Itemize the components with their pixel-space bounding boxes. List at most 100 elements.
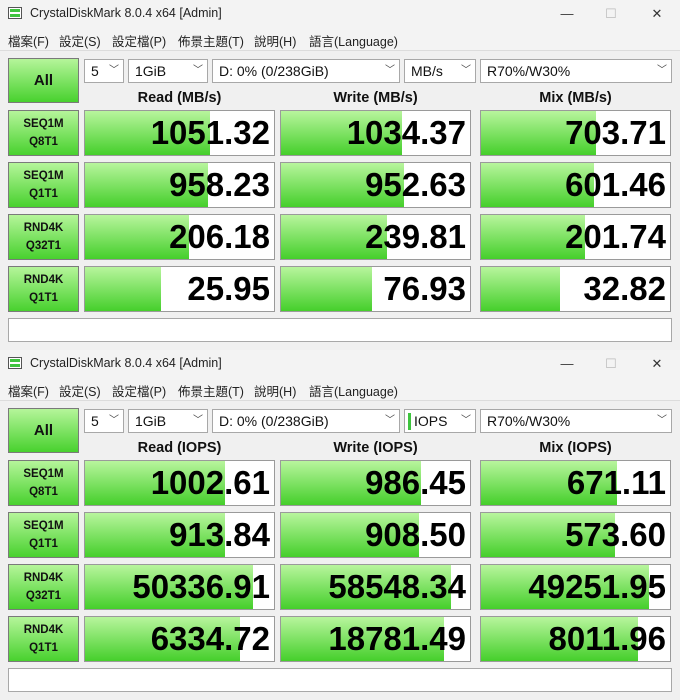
menu-help[interactable]: 說明(H) (254, 31, 296, 50)
menu-settings[interactable]: 設定(S) (59, 31, 101, 50)
test-size-value: 1GiB (135, 413, 167, 429)
mix-result: 201.74 (480, 214, 671, 260)
score-value: 1002.61 (150, 464, 270, 501)
mix-ratio-select[interactable]: R70%/W30% ﹀ (480, 59, 672, 83)
score-value: 8011.96 (548, 620, 666, 657)
write-result: 986.45 (280, 460, 471, 506)
chevron-down-icon: ﹀ (193, 415, 203, 426)
chevron-down-icon: ﹀ (657, 415, 667, 426)
test-size-select[interactable]: 1GiB ﹀ (128, 59, 208, 83)
unit-select[interactable]: IOPS ﹀ (404, 409, 476, 433)
menu-theme[interactable]: 佈景主題(T) (178, 31, 244, 50)
test-count-value: 5 (91, 413, 99, 429)
drive-select[interactable]: D: 0% (0/238GiB) ﹀ (212, 59, 400, 83)
write-column-header: Write (IOPS) (333, 440, 418, 456)
write-result: 239.81 (280, 214, 471, 260)
mix-ratio-value: R70%/W30% (487, 413, 571, 429)
test-button-rnd4k-q1t1[interactable]: RND4K Q1T1 (8, 266, 79, 312)
menu-divider (0, 400, 680, 401)
all-button[interactable]: All (8, 58, 79, 103)
close-icon[interactable]: ✕ (634, 350, 680, 378)
test-size-select[interactable]: 1GiB ﹀ (128, 409, 208, 433)
test-button-rnd4k-q1t1[interactable]: RND4K Q1T1 (8, 616, 79, 662)
mix-result: 8011.96 (480, 616, 671, 662)
menu-settings[interactable]: 設定(S) (59, 381, 101, 400)
write-result: 76.93 (280, 266, 471, 312)
mix-column-header: Mix (IOPS) (539, 440, 612, 456)
mix-ratio-select[interactable]: R70%/W30% ﹀ (480, 409, 672, 433)
score-value: 25.95 (187, 270, 270, 307)
write-column-header: Write (MB/s) (333, 90, 418, 106)
test-button-seq1m-q8t1[interactable]: SEQ1M Q8T1 (8, 460, 79, 506)
test-label-line2: Q1T1 (29, 292, 58, 304)
crystaldiskmark-app-icon (8, 7, 22, 19)
title-bar[interactable]: CrystalDiskMark 8.0.4 x64 [Admin] — ☐ ✕ (0, 350, 680, 378)
window-mbps: CrystalDiskMark 8.0.4 x64 [Admin] — ☐ ✕ … (0, 0, 680, 350)
read-result: 50336.91 (84, 564, 275, 610)
mix-result: 32.82 (480, 266, 671, 312)
write-result: 58548.34 (280, 564, 471, 610)
chevron-down-icon: ﹀ (109, 415, 119, 426)
mix-result: 573.60 (480, 512, 671, 558)
test-label-line2: Q8T1 (29, 486, 58, 498)
all-button[interactable]: All (8, 408, 79, 453)
menu-file[interactable]: 檔案(F) (8, 31, 49, 50)
score-value: 76.93 (383, 270, 466, 307)
maximize-icon[interactable]: ☐ (588, 0, 634, 28)
test-count-select[interactable]: 5 ﹀ (84, 59, 124, 83)
menu-language[interactable]: 語言(Language) (309, 31, 398, 50)
score-value: 601.46 (565, 166, 666, 203)
score-value: 239.81 (365, 218, 466, 255)
menu-divider (0, 50, 680, 51)
mix-result: 671.11 (480, 460, 671, 506)
crystaldiskmark-app-icon (8, 357, 22, 369)
score-value: 573.60 (565, 516, 666, 553)
write-result: 952.63 (280, 162, 471, 208)
test-count-select[interactable]: 5 ﹀ (84, 409, 124, 433)
score-value: 32.82 (583, 270, 666, 307)
chevron-down-icon: ﹀ (193, 65, 203, 76)
test-button-seq1m-q8t1[interactable]: SEQ1M Q8T1 (8, 110, 79, 156)
drive-select[interactable]: D: 0% (0/238GiB) ﹀ (212, 409, 400, 433)
score-value: 6334.72 (150, 620, 270, 657)
unit-value: IOPS (414, 413, 448, 429)
test-button-seq1m-q1t1[interactable]: SEQ1M Q1T1 (8, 512, 79, 558)
menu-profile[interactable]: 設定檔(P) (112, 381, 166, 400)
menu-help[interactable]: 說明(H) (254, 381, 296, 400)
mix-result: 703.71 (480, 110, 671, 156)
comment-field[interactable] (8, 668, 672, 692)
score-value: 1051.32 (150, 114, 270, 151)
comment-field[interactable] (8, 318, 672, 342)
test-label-line1: SEQ1M (23, 520, 64, 532)
test-size-value: 1GiB (135, 63, 167, 79)
menu-theme[interactable]: 佈景主題(T) (178, 381, 244, 400)
unit-select[interactable]: MB/s ﹀ (404, 59, 476, 83)
score-value: 913.84 (169, 516, 270, 553)
score-value: 671.11 (566, 464, 666, 501)
title-bar[interactable]: CrystalDiskMark 8.0.4 x64 [Admin] — ☐ ✕ (0, 0, 680, 28)
maximize-icon[interactable]: ☐ (588, 350, 634, 378)
test-button-rnd4k-q32t1[interactable]: RND4K Q32T1 (8, 214, 79, 260)
read-result: 1051.32 (84, 110, 275, 156)
test-label-line1: SEQ1M (23, 468, 64, 480)
test-button-seq1m-q1t1[interactable]: SEQ1M Q1T1 (8, 162, 79, 208)
write-result: 18781.49 (280, 616, 471, 662)
test-count-value: 5 (91, 63, 99, 79)
write-result: 1034.37 (280, 110, 471, 156)
test-label-line1: SEQ1M (23, 170, 64, 182)
minimize-icon[interactable]: — (544, 350, 590, 378)
test-label-line1: RND4K (23, 274, 64, 286)
minimize-icon[interactable]: — (544, 0, 590, 28)
test-label-line2: Q32T1 (25, 590, 62, 602)
score-value: 49251.95 (528, 568, 666, 605)
test-button-rnd4k-q32t1[interactable]: RND4K Q32T1 (8, 564, 79, 610)
menu-file[interactable]: 檔案(F) (8, 381, 49, 400)
menu-language[interactable]: 語言(Language) (309, 381, 398, 400)
score-value: 958.23 (169, 166, 270, 203)
test-label-line2: Q1T1 (29, 188, 58, 200)
menu-profile[interactable]: 設定檔(P) (112, 31, 166, 50)
window-iops: CrystalDiskMark 8.0.4 x64 [Admin] — ☐ ✕ … (0, 350, 680, 700)
score-value: 952.63 (365, 166, 466, 203)
test-label-line1: RND4K (23, 572, 64, 584)
close-icon[interactable]: ✕ (634, 0, 680, 28)
